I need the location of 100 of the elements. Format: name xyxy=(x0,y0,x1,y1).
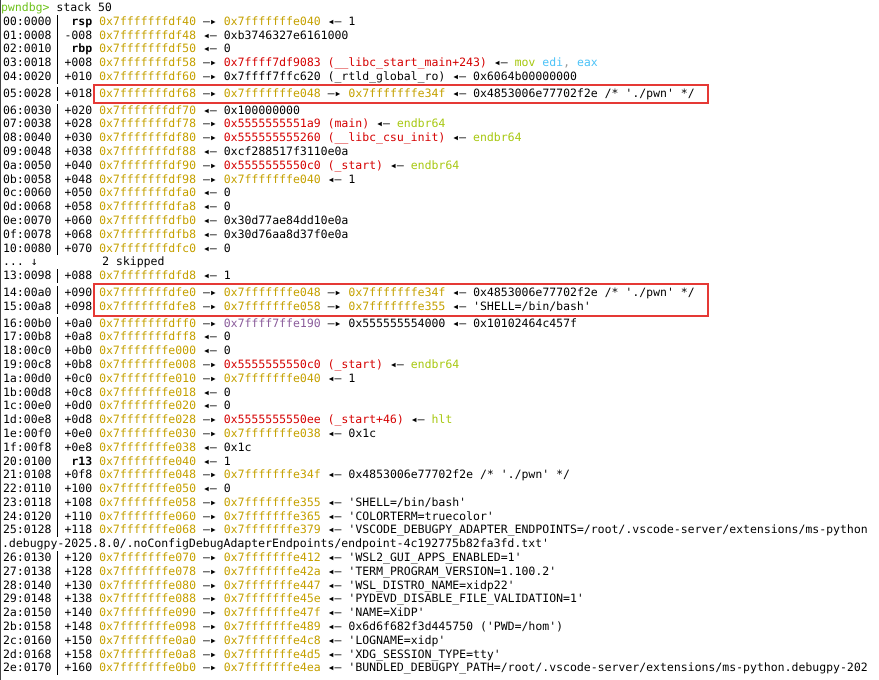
value-text: 0x30d77ae84dd10e0a xyxy=(224,212,348,227)
value-text: 'PYDEVD_DISABLE_FILE_VALIDATION=1' xyxy=(348,591,584,606)
pointer-arrow: ◂— xyxy=(328,605,342,620)
stack-address: 0x7fffffffe4ea xyxy=(224,660,321,674)
instruction-text: mov xyxy=(514,55,536,70)
stack-address: 0x7fffffffe030 xyxy=(99,426,196,440)
row-index: 28:0140 xyxy=(1,578,58,592)
pointer-arrow: —▸ xyxy=(202,591,217,606)
row-index: 1b:00d8 xyxy=(1,386,58,400)
pointer-arrow: —▸ xyxy=(202,284,217,299)
row-index: 10:0080 xyxy=(1,242,58,256)
pointer-arrow: —▸ xyxy=(328,284,342,299)
stack-address: 0x7fffffffe008 xyxy=(99,356,196,371)
skip-text: 2 skipped xyxy=(102,254,164,268)
row-index: 29:0148 xyxy=(1,592,58,606)
pointer-arrow: ◂— xyxy=(202,440,217,454)
stack-address: 0x7fffffffdf98 xyxy=(99,172,196,186)
row-index: 21:0108 xyxy=(1,468,58,482)
pointer-arrow: —▸ xyxy=(202,356,217,371)
stack-address: 0x7fffffffdf40 xyxy=(99,14,196,28)
stack-offset: +110 xyxy=(63,510,92,524)
stack-address: 0x7fffffffdf50 xyxy=(99,41,196,56)
stack-offset: +0e8 xyxy=(63,440,92,454)
row-index: 0a:0050 xyxy=(1,158,58,173)
value-text: 0x1c xyxy=(224,440,252,454)
pointer-arrow: ◂— xyxy=(452,284,466,299)
row-index: 2d:0168 xyxy=(1,648,58,662)
value-text: 'SHELL=/bin/bash' xyxy=(473,298,591,313)
stack-address: 0x7fffffffdf58 xyxy=(99,55,196,70)
value-text: 0x4853006e77702f2e /* './pwn' */ xyxy=(348,467,570,482)
stack-address: 0x7fffffffdf70 xyxy=(99,102,196,117)
row-index: 15:00a8 xyxy=(1,300,58,314)
row-index: 20:0100 xyxy=(1,454,58,468)
stack-offset: +140 xyxy=(63,606,92,620)
value-text: 0x6064b00000000 xyxy=(473,68,577,83)
stack-offset: +0c8 xyxy=(63,386,92,400)
row-index: 06:0030 xyxy=(1,104,58,118)
row-index: 23:0118 xyxy=(1,496,58,510)
row-index: 01:0008 xyxy=(1,28,58,42)
pointer-arrow: ◂— xyxy=(202,384,217,399)
pointer-arrow: —▸ xyxy=(328,86,342,100)
stack-offset: +030 xyxy=(63,131,92,145)
stack-offset: +0f8 xyxy=(63,468,92,482)
row-index: 07:0038 xyxy=(1,117,58,132)
row-index: 14:00a0 xyxy=(1,286,58,300)
value-text: 0 xyxy=(224,343,231,358)
row-index: 1c:00e0 xyxy=(1,399,58,414)
stack-offset: +150 xyxy=(63,634,92,648)
separator-text: , xyxy=(563,55,570,70)
stack-address: 0x7fffffffe365 xyxy=(224,508,321,523)
row-index: 03:0018 xyxy=(1,56,58,70)
stack-offset: +038 xyxy=(63,144,92,159)
row-index: 0b:0058 xyxy=(1,172,58,186)
pointer-arrow: ◂— xyxy=(328,508,342,523)
stack-address: 0x7fffffffdfa8 xyxy=(99,199,196,214)
stack-address: 0x7fffffffe4d5 xyxy=(224,646,321,661)
value-text: 'TERM_PROGRAM_VERSION=1.100.2' xyxy=(348,564,556,578)
row-index: 09:0048 xyxy=(1,144,58,159)
pointer-arrow: —▸ xyxy=(328,298,342,313)
pointer-arrow: —▸ xyxy=(202,55,217,70)
row-index: 25:0128 xyxy=(1,523,58,538)
stack-address: 0x7fffffffe058 xyxy=(224,298,321,313)
stack-address: 0x7fffffffe048 xyxy=(224,284,321,299)
pointer-arrow: ◂— xyxy=(202,240,217,255)
pointer-arrow: ◂— xyxy=(376,116,390,130)
stack-address: 0x7fffffffe040 xyxy=(224,14,321,28)
pointer-arrow: ◂— xyxy=(328,564,342,578)
command-text: stack 50 xyxy=(56,0,112,14)
code-address: 0x7ffff7df9083 (__libc_start_main+243) xyxy=(224,55,487,70)
stack-address: 0x7fffffffe078 xyxy=(99,564,196,578)
pointer-arrow: ◂— xyxy=(202,226,217,241)
row-index: 2c:0160 xyxy=(1,634,58,648)
code-address: 0x5555555550c0 (_start) xyxy=(224,356,383,371)
pointer-arrow: ◂— xyxy=(202,144,217,158)
row-index: 22:0110 xyxy=(1,482,58,496)
stack-address: 0x7fffffffe088 xyxy=(99,591,196,606)
stack-offset: +058 xyxy=(63,200,92,214)
row-index: 02:0010 xyxy=(1,42,58,56)
stack-offset: +100 xyxy=(63,482,92,496)
stack-address: 0x7fffffffe038 xyxy=(99,440,196,454)
row-index: 17:00b8 xyxy=(1,330,58,344)
value-text: 0x10102464c457f xyxy=(473,316,577,330)
row-index: 0e:0070 xyxy=(1,214,58,228)
stack-address: 0x7fffffffe010 xyxy=(99,370,196,385)
value-text: 1 xyxy=(224,268,231,282)
pointer-arrow: —▸ xyxy=(202,619,217,634)
pointer-arrow: ◂— xyxy=(202,185,217,200)
stack-address: 0x7fffffffe45e xyxy=(224,591,321,606)
stack-address: 0x7fffffffdf78 xyxy=(99,116,196,130)
stack-address: 0x7fffffffe34f xyxy=(224,467,321,482)
pointer-arrow: —▸ xyxy=(202,316,217,330)
code-address: 0x5555555551a9 (main) xyxy=(224,116,370,130)
stack-offset: +018 xyxy=(63,86,92,101)
value-text: 'WSL_DISTRO_NAME=xidp22' xyxy=(348,578,515,592)
value-text: 'WSL2_GUI_APPS_ENABLED=1' xyxy=(348,550,522,564)
pointer-arrow: —▸ xyxy=(202,298,217,313)
row-index: 0c:0060 xyxy=(1,186,58,200)
stack-offset: +040 xyxy=(63,158,92,173)
stack-offset: +108 xyxy=(63,496,92,510)
instruction-text: endbr64 xyxy=(410,158,460,172)
